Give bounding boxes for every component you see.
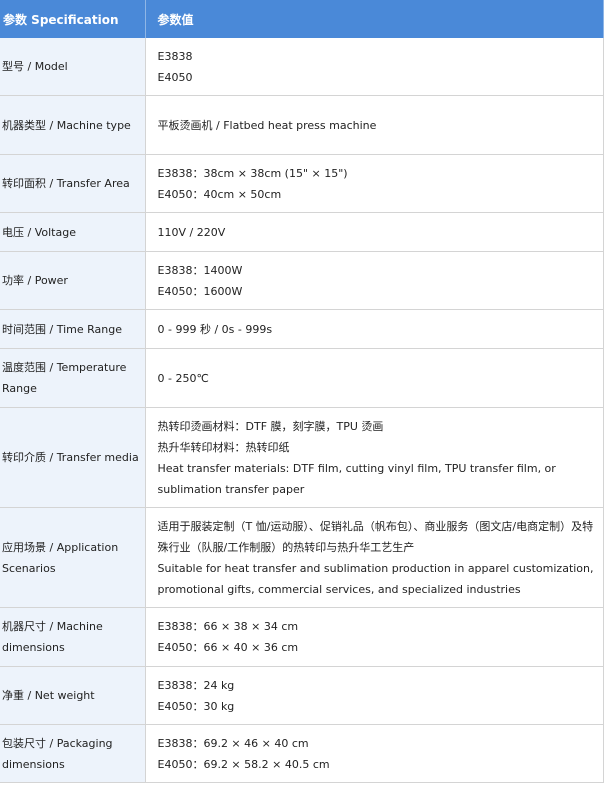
- value-line: E3838：1400W: [157, 263, 243, 277]
- specification-table: 参数 Specification 参数值 型号 / Model E3838 E4…: [0, 0, 604, 783]
- row-value: E3838 E4050: [145, 38, 604, 96]
- value-line: E3838：66 × 38 × 34 cm: [157, 620, 299, 633]
- table-row-transfer-area: 转印面积 / Transfer Area E3838：38cm × 38cm (…: [0, 154, 604, 213]
- value-line: E3838: [157, 49, 193, 63]
- row-value: 平板烫画机 / Flatbed heat press machine: [145, 95, 604, 155]
- row-value: 0 - 250℃: [145, 348, 604, 408]
- value-line: E3838：24 kg: [157, 678, 235, 692]
- header-value: 参数值: [145, 0, 604, 38]
- table-row-voltage: 电压 / Voltage 110V / 220V: [0, 212, 604, 252]
- row-key: 温度范围 / Temperature Range: [0, 348, 146, 408]
- table-row-machine-type: 机器类型 / Machine type 平板烫画机 / Flatbed heat…: [0, 95, 604, 155]
- row-key: 型号 / Model: [0, 38, 146, 96]
- row-key: 时间范围 / Time Range: [0, 309, 146, 349]
- value-line: 适用于服装定制（T 恤/运动服）、促销礼品（帆布包）、商业服务（图文店/电商定制…: [157, 519, 594, 554]
- row-value: 110V / 220V: [145, 212, 604, 252]
- row-key: 转印面积 / Transfer Area: [0, 154, 146, 213]
- row-key: 应用场景 / Application Scenarios: [0, 507, 146, 608]
- value-line: E4050: [157, 70, 193, 84]
- row-value: E3838：69.2 × 46 × 40 cm E4050：69.2 × 58.…: [145, 724, 604, 783]
- value-line: 0 - 250℃: [157, 371, 209, 385]
- row-key: 电压 / Voltage: [0, 212, 146, 252]
- value-line: 热转印烫画材料：DTF 膜，刻字膜，TPU 烫画: [157, 419, 384, 433]
- table-row-packaging-dimensions: 包装尺寸 / Packaging dimensions E3838：69.2 ×…: [0, 724, 604, 783]
- value-line: 0 - 999 秒 / 0s - 999s: [157, 322, 273, 336]
- table-row-transfer-media: 转印介质 / Transfer media 热转印烫画材料：DTF 膜，刻字膜，…: [0, 407, 604, 508]
- row-value: E3838：38cm × 38cm (15" × 15") E4050：40cm…: [145, 154, 604, 213]
- value-line: E3838：69.2 × 46 × 40 cm: [157, 736, 309, 750]
- value-line: 平板烫画机 / Flatbed heat press machine: [157, 118, 377, 132]
- table-row-model: 型号 / Model E3838 E4050: [0, 38, 604, 96]
- value-line: E4050：30 kg: [157, 699, 235, 713]
- row-value: E3838：66 × 38 × 34 cm E4050：66 × 40 × 36…: [145, 607, 604, 667]
- table-row-machine-dimensions: 机器尺寸 / Machine dimensions E3838：66 × 38 …: [0, 607, 604, 667]
- table-row-net-weight: 净重 / Net weight E3838：24 kg E4050：30 kg: [0, 666, 604, 725]
- table-header-row: 参数 Specification 参数值: [0, 0, 604, 38]
- row-key: 包装尺寸 / Packaging dimensions: [0, 724, 146, 783]
- header-param: 参数 Specification: [0, 0, 146, 38]
- row-key: 转印介质 / Transfer media: [0, 407, 146, 508]
- row-value: E3838：24 kg E4050：30 kg: [145, 666, 604, 725]
- value-line: E3838：38cm × 38cm (15" × 15"): [157, 166, 348, 180]
- row-value: 0 - 999 秒 / 0s - 999s: [145, 309, 604, 349]
- row-key: 净重 / Net weight: [0, 666, 146, 725]
- value-line: 热升华转印材料：热转印纸: [157, 440, 290, 454]
- value-line: 110V / 220V: [157, 225, 226, 239]
- row-value: 适用于服装定制（T 恤/运动服）、促销礼品（帆布包）、商业服务（图文店/电商定制…: [145, 507, 604, 608]
- row-key: 机器尺寸 / Machine dimensions: [0, 607, 146, 667]
- row-key: 功率 / Power: [0, 251, 146, 310]
- value-line: Heat transfer materials: DTF film, cutti…: [157, 461, 556, 496]
- row-value: E3838：1400W E4050：1600W: [145, 251, 604, 310]
- table-row-application-scenarios: 应用场景 / Application Scenarios 适用于服装定制（T 恤…: [0, 507, 604, 608]
- table-row-temperature-range: 温度范围 / Temperature Range 0 - 250℃: [0, 348, 604, 408]
- value-line: E4050：40cm × 50cm: [157, 187, 282, 201]
- value-line: E4050：69.2 × 58.2 × 40.5 cm: [157, 757, 330, 771]
- table-row-power: 功率 / Power E3838：1400W E4050：1600W: [0, 251, 604, 310]
- row-value: 热转印烫画材料：DTF 膜，刻字膜，TPU 烫画 热升华转印材料：热转印纸 He…: [145, 407, 604, 508]
- row-key: 机器类型 / Machine type: [0, 95, 146, 155]
- value-line: Suitable for heat transfer and sublimati…: [157, 561, 594, 596]
- table-row-time-range: 时间范围 / Time Range 0 - 999 秒 / 0s - 999s: [0, 309, 604, 349]
- value-line: E4050：66 × 40 × 36 cm: [157, 641, 299, 654]
- value-line: E4050：1600W: [157, 284, 243, 298]
